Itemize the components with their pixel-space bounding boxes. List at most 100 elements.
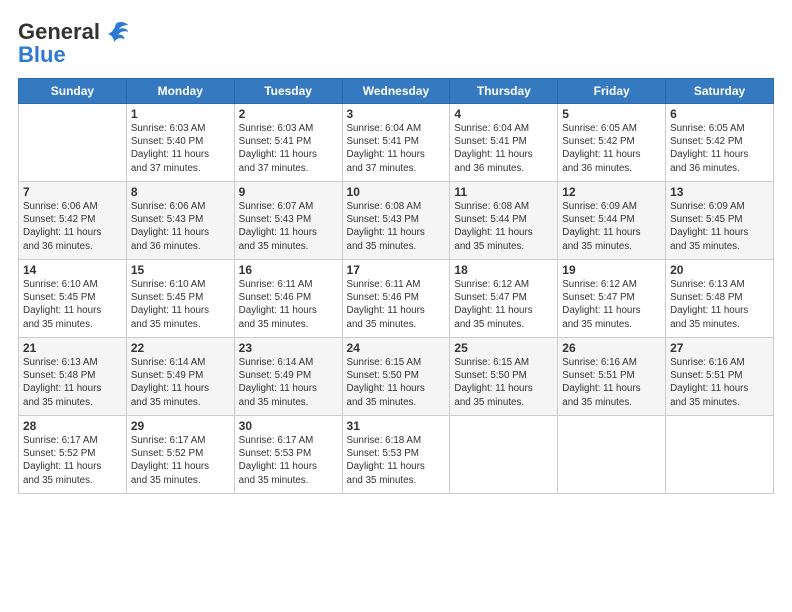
column-header-saturday: Saturday	[666, 79, 774, 104]
calendar-week-5: 28Sunrise: 6:17 AMSunset: 5:52 PMDayligh…	[19, 416, 774, 494]
calendar-container: General Blue SundayMondayTuesdayWednesda…	[0, 0, 792, 612]
calendar-cell: 27Sunrise: 6:16 AMSunset: 5:51 PMDayligh…	[666, 338, 774, 416]
calendar-cell: 8Sunrise: 6:06 AMSunset: 5:43 PMDaylight…	[126, 182, 234, 260]
day-number: 13	[670, 185, 769, 199]
day-info: Sunrise: 6:15 AMSunset: 5:50 PMDaylight:…	[454, 356, 553, 409]
day-number: 3	[347, 107, 446, 121]
calendar-cell	[666, 416, 774, 494]
calendar-cell: 22Sunrise: 6:14 AMSunset: 5:49 PMDayligh…	[126, 338, 234, 416]
calendar-cell: 2Sunrise: 6:03 AMSunset: 5:41 PMDaylight…	[234, 104, 342, 182]
day-number: 31	[347, 419, 446, 433]
calendar-week-3: 14 Sunrise: 6:10 AMSunset: 5:45 PMDayligh…	[19, 260, 774, 338]
day-info: Sunrise: 6:04 AMSunset: 5:41 PMDaylight:…	[347, 122, 446, 175]
column-header-monday: Monday	[126, 79, 234, 104]
day-number: 17	[347, 263, 446, 277]
day-info: Sunrise: 6:03 AMSunset: 5:40 PMDaylight:…	[131, 122, 230, 175]
calendar-cell: 25Sunrise: 6:15 AMSunset: 5:50 PMDayligh…	[450, 338, 558, 416]
day-info: Sunrise: 6:03 AMSunset: 5:41 PMDaylight:…	[239, 122, 338, 175]
calendar-cell: 19Sunrise: 6:12 AMSunset: 5:47 PMDayligh…	[558, 260, 666, 338]
day-number: 12	[562, 185, 661, 199]
column-header-tuesday: Tuesday	[234, 79, 342, 104]
day-number: 30	[239, 419, 338, 433]
logo-bird-icon	[102, 18, 130, 46]
day-number: 5	[562, 107, 661, 121]
calendar-cell: 10Sunrise: 6:08 AMSunset: 5:43 PMDayligh…	[342, 182, 450, 260]
calendar-cell: 5Sunrise: 6:05 AMSunset: 5:42 PMDaylight…	[558, 104, 666, 182]
day-number: 7	[23, 185, 122, 199]
day-info: Sunrise: 6:13 AMSunset: 5:48 PMDaylight:…	[670, 278, 769, 331]
day-info: Sunrise: 6:09 AMSunset: 5:45 PMDaylight:…	[670, 200, 769, 253]
header: General Blue	[18, 18, 774, 68]
calendar-cell	[558, 416, 666, 494]
day-number: 10	[347, 185, 446, 199]
day-number: 22	[131, 341, 230, 355]
calendar-cell: 15Sunrise: 6:10 AMSunset: 5:45 PMDayligh…	[126, 260, 234, 338]
calendar-cell: 9Sunrise: 6:07 AMSunset: 5:43 PMDaylight…	[234, 182, 342, 260]
day-info: Sunrise: 6:06 AMSunset: 5:43 PMDaylight:…	[131, 200, 230, 253]
day-number: 26	[562, 341, 661, 355]
calendar-cell: 18Sunrise: 6:12 AMSunset: 5:47 PMDayligh…	[450, 260, 558, 338]
day-info: Sunrise: 6:10 AMSunset: 5:45 PMDaylight:…	[131, 278, 230, 331]
calendar-cell: 14Sunrise: 6:10 AMSunset: 5:45 PMDayligh…	[19, 260, 127, 338]
day-info: Sunrise: 6:09 AMSunset: 5:44 PMDaylight:…	[562, 200, 661, 253]
calendar-cell: 7Sunrise: 6:06 AMSunset: 5:42 PMDaylight…	[19, 182, 127, 260]
day-number: 28	[23, 419, 122, 433]
day-info: Sunrise: 6:11 AMSunset: 5:46 PMDaylight:…	[347, 278, 446, 331]
calendar-week-4: 21Sunrise: 6:13 AMSunset: 5:48 PMDayligh…	[19, 338, 774, 416]
day-info: Sunrise: 6:06 AMSunset: 5:42 PMDaylight:…	[23, 200, 122, 253]
day-info: Sunrise: 6:13 AMSunset: 5:48 PMDaylight:…	[23, 356, 122, 409]
day-info: Sunrise: 6:04 AMSunset: 5:41 PMDaylight:…	[454, 122, 553, 175]
calendar-header-row: SundayMondayTuesdayWednesdayThursdayFrid…	[19, 79, 774, 104]
day-number: 18	[454, 263, 553, 277]
day-info: Sunrise: 6:17 AMSunset: 5:52 PMDaylight:…	[131, 434, 230, 487]
day-number: 6	[670, 107, 769, 121]
day-info: Sunrise: 6:17 AMSunset: 5:53 PMDaylight:…	[239, 434, 338, 487]
calendar-cell: 29Sunrise: 6:17 AMSunset: 5:52 PMDayligh…	[126, 416, 234, 494]
column-header-friday: Friday	[558, 79, 666, 104]
day-info: Sunrise: 6:12 AMSunset: 5:47 PMDaylight:…	[562, 278, 661, 331]
calendar-cell: 21Sunrise: 6:13 AMSunset: 5:48 PMDayligh…	[19, 338, 127, 416]
day-number: 21	[23, 341, 122, 355]
day-number: 11	[454, 185, 553, 199]
calendar-table: SundayMondayTuesdayWednesdayThursdayFrid…	[18, 78, 774, 494]
day-info: Sunrise: 6:18 AMSunset: 5:53 PMDaylight:…	[347, 434, 446, 487]
day-info: Sunrise: 6:05 AMSunset: 5:42 PMDaylight:…	[670, 122, 769, 175]
logo: General Blue	[18, 18, 130, 68]
day-info: Sunrise: 6:16 AMSunset: 5:51 PMDaylight:…	[670, 356, 769, 409]
calendar-cell: 23Sunrise: 6:14 AMSunset: 5:49 PMDayligh…	[234, 338, 342, 416]
day-number: 1	[131, 107, 230, 121]
calendar-week-1: 1Sunrise: 6:03 AMSunset: 5:40 PMDaylight…	[19, 104, 774, 182]
day-number: 16	[239, 263, 338, 277]
calendar-cell: 20Sunrise: 6:13 AMSunset: 5:48 PMDayligh…	[666, 260, 774, 338]
calendar-cell: 4Sunrise: 6:04 AMSunset: 5:41 PMDaylight…	[450, 104, 558, 182]
calendar-cell: 28Sunrise: 6:17 AMSunset: 5:52 PMDayligh…	[19, 416, 127, 494]
day-number: 8	[131, 185, 230, 199]
day-number: 14	[23, 263, 122, 277]
day-number: 27	[670, 341, 769, 355]
calendar-cell: 24Sunrise: 6:15 AMSunset: 5:50 PMDayligh…	[342, 338, 450, 416]
day-info: Sunrise: 6:16 AMSunset: 5:51 PMDaylight:…	[562, 356, 661, 409]
day-info: Sunrise: 6:17 AMSunset: 5:52 PMDaylight:…	[23, 434, 122, 487]
day-number: 23	[239, 341, 338, 355]
day-number: 15	[131, 263, 230, 277]
calendar-cell: 17Sunrise: 6:11 AMSunset: 5:46 PMDayligh…	[342, 260, 450, 338]
column-header-thursday: Thursday	[450, 79, 558, 104]
calendar-cell: 1Sunrise: 6:03 AMSunset: 5:40 PMDaylight…	[126, 104, 234, 182]
day-number: 24	[347, 341, 446, 355]
day-info: Sunrise: 6:08 AMSunset: 5:43 PMDaylight:…	[347, 200, 446, 253]
day-info: Sunrise: 6:14 AMSunset: 5:49 PMDaylight:…	[239, 356, 338, 409]
day-number: 2	[239, 107, 338, 121]
calendar-cell: 12Sunrise: 6:09 AMSunset: 5:44 PMDayligh…	[558, 182, 666, 260]
calendar-cell: 13Sunrise: 6:09 AMSunset: 5:45 PMDayligh…	[666, 182, 774, 260]
day-info: Sunrise: 6:07 AMSunset: 5:43 PMDaylight:…	[239, 200, 338, 253]
calendar-cell: 11Sunrise: 6:08 AMSunset: 5:44 PMDayligh…	[450, 182, 558, 260]
calendar-cell: 31Sunrise: 6:18 AMSunset: 5:53 PMDayligh…	[342, 416, 450, 494]
day-number: 20	[670, 263, 769, 277]
day-info: Sunrise: 6:11 AMSunset: 5:46 PMDaylight:…	[239, 278, 338, 331]
calendar-cell	[19, 104, 127, 182]
calendar-cell: 3Sunrise: 6:04 AMSunset: 5:41 PMDaylight…	[342, 104, 450, 182]
day-number: 19	[562, 263, 661, 277]
day-info: Sunrise: 6:15 AMSunset: 5:50 PMDaylight:…	[347, 356, 446, 409]
calendar-cell: 26Sunrise: 6:16 AMSunset: 5:51 PMDayligh…	[558, 338, 666, 416]
column-header-sunday: Sunday	[19, 79, 127, 104]
